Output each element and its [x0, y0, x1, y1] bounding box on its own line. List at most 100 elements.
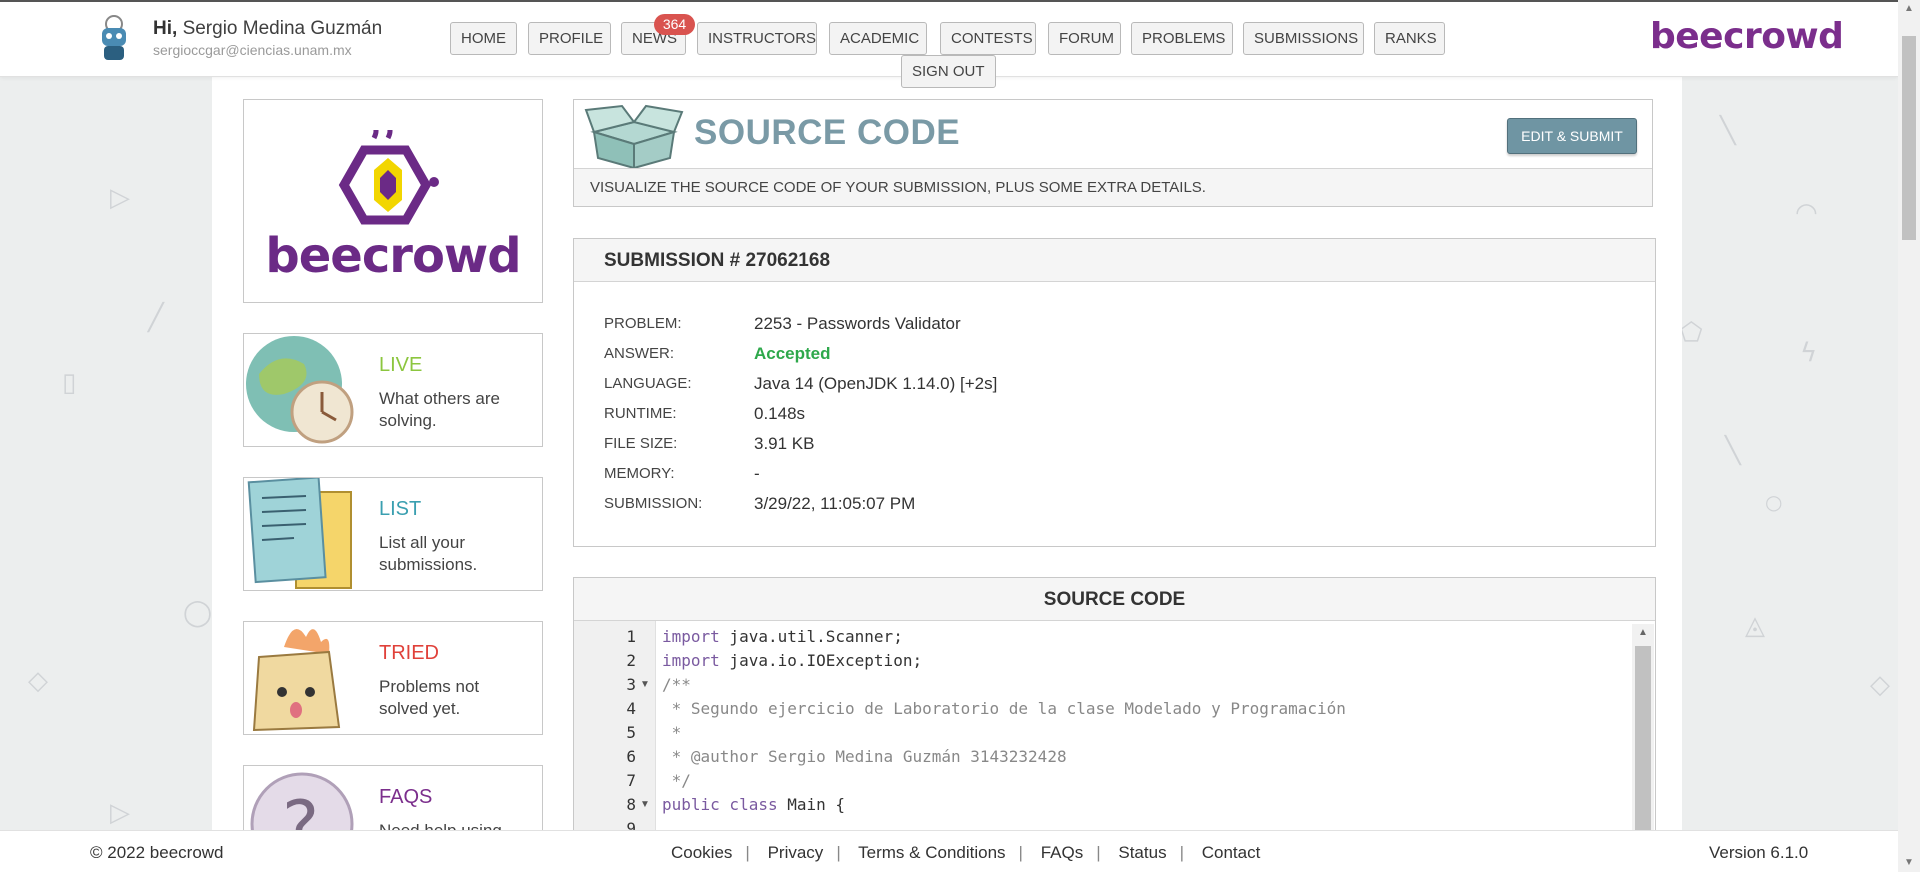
- code-line: public class Main {: [662, 795, 846, 814]
- field-answer: ANSWER: Accepted: [604, 344, 1604, 369]
- copyright: © 2022 beecrowd: [90, 843, 224, 862]
- code-keyword: public class: [662, 795, 778, 814]
- bg-bolt-icon: ϟ: [1800, 338, 1818, 368]
- bg-arc-icon: ◠: [1795, 198, 1818, 228]
- field-label: SUBMISSION:: [604, 495, 703, 512]
- nav-problems[interactable]: PROBLEMS: [1131, 22, 1233, 55]
- page-subtitle: VISUALIZE THE SOURCE CODE OF YOUR SUBMIS…: [574, 168, 1652, 206]
- nav-ranks[interactable]: RANKS: [1374, 22, 1445, 55]
- nav-forum[interactable]: FORUM: [1048, 22, 1121, 55]
- globe-clock-icon: [246, 336, 354, 444]
- code-scrollbar[interactable]: ▲: [1632, 624, 1654, 836]
- bee-hex-icon: [338, 130, 439, 225]
- code-line: */: [662, 771, 691, 790]
- line-number: 6: [626, 747, 636, 766]
- sidebar-card-live[interactable]: LIVE What others are solving.: [243, 333, 543, 447]
- avatar[interactable]: [92, 14, 136, 62]
- field-language: LANGUAGE: Java 14 (OpenJDK 1.14.0) [+2s]: [604, 374, 1604, 399]
- footer-link-faqs[interactable]: FAQs: [1041, 843, 1084, 862]
- bg-pentagon-icon: ⬠: [1680, 318, 1703, 348]
- card-title-faqs: FAQS: [379, 786, 433, 808]
- source-code-heading: SOURCE CODE: [574, 578, 1655, 621]
- field-label: PROBLEM:: [604, 315, 682, 332]
- card-title-list: LIST: [379, 498, 422, 520]
- field-value[interactable]: 2253 - Passwords Validator: [754, 314, 961, 334]
- field-value: -: [754, 464, 760, 483]
- footer-link-privacy[interactable]: Privacy: [768, 843, 824, 862]
- line-number: 8: [626, 795, 636, 814]
- scroll-up-icon[interactable]: ▲: [1632, 624, 1654, 642]
- fold-toggle-icon[interactable]: ▼: [640, 793, 650, 817]
- footer-link-status[interactable]: Status: [1118, 843, 1166, 862]
- field-value: 3/29/22, 11:05:07 PM: [754, 494, 916, 513]
- field-file-size: FILE SIZE: 3.91 KB: [604, 434, 1604, 459]
- sidebar-card-list[interactable]: LIST List all your submissions.: [243, 477, 543, 591]
- field-value: 3.91 KB: [754, 434, 815, 453]
- line-number: 1: [626, 627, 636, 646]
- line-number: 2: [626, 651, 636, 670]
- code-line: * @author Sergio Medina Guzmán 314323242…: [662, 747, 1067, 766]
- field-runtime: RUNTIME: 0.148s: [604, 404, 1604, 429]
- bg-line-icon: ╱: [148, 303, 164, 333]
- footer-link-cookies[interactable]: Cookies: [671, 843, 732, 862]
- field-label: RUNTIME:: [604, 405, 677, 422]
- fold-toggle-icon[interactable]: ▼: [640, 673, 650, 697]
- code-line: *: [662, 723, 682, 742]
- code-scrollbar-thumb[interactable]: [1635, 646, 1651, 836]
- bg-circle-icon: ○: [1765, 490, 1783, 514]
- footer-link-contact[interactable]: Contact: [1202, 843, 1261, 862]
- code-line: /**: [662, 675, 691, 694]
- page-title: SOURCE CODE: [694, 113, 961, 152]
- bg-line-icon: ╲: [1725, 436, 1741, 466]
- sidebar-card-tried[interactable]: TRIED Problems not solved yet.: [243, 621, 543, 735]
- separator: |: [836, 843, 841, 862]
- page-scrollbar-thumb[interactable]: [1902, 36, 1916, 240]
- footer-link-terms[interactable]: Terms & Conditions: [858, 843, 1005, 862]
- page-scrollbar[interactable]: ▲ ▼: [1898, 0, 1920, 872]
- nav-submissions[interactable]: SUBMISSIONS: [1243, 22, 1364, 55]
- user-greeting: Hi, Sergio Medina Guzmán: [153, 18, 382, 40]
- field-label: ANSWER:: [604, 345, 675, 362]
- code-line: import java.util.Scanner;: [662, 627, 903, 646]
- field-submission-date: SUBMISSION: 3/29/22, 11:05:07 PM: [604, 494, 1604, 519]
- nav-contests[interactable]: CONTESTS: [940, 22, 1036, 55]
- nav-academic[interactable]: ACADEMIC: [829, 22, 927, 55]
- news-badge: 364: [654, 14, 695, 35]
- code-line: import java.io.IOException;: [662, 651, 923, 670]
- field-label: LANGUAGE:: [604, 375, 692, 392]
- line-number: 5: [626, 723, 636, 742]
- scroll-down-icon[interactable]: ▼: [1898, 854, 1920, 872]
- nav-profile[interactable]: PROFILE: [528, 22, 611, 55]
- line-number: 7: [626, 771, 636, 790]
- sidebar-logo-box[interactable]: beecrowd: [243, 99, 543, 303]
- code-line: * Segundo ejercicio de Laboratorio de la…: [662, 699, 1346, 718]
- code-keyword: import: [662, 627, 720, 646]
- footer: © 2022 beecrowd Cookies | Privacy | Terms …: [0, 830, 1898, 872]
- card-desc-list: List all your submissions.: [379, 533, 478, 574]
- card-title-live: LIVE: [379, 354, 423, 376]
- source-code-panel: SOURCE CODE 1 import java.util.Scanner; 2 i…: [573, 577, 1656, 837]
- user-name[interactable]: Sergio Medina Guzmán: [183, 18, 383, 39]
- field-label: MEMORY:: [604, 465, 675, 482]
- nav-instructors[interactable]: INSTRUCTORS: [697, 22, 817, 55]
- field-memory: MEMORY: -: [604, 464, 1604, 489]
- nav-home[interactable]: HOME: [450, 22, 517, 55]
- scroll-up-icon[interactable]: ▲: [1898, 0, 1920, 18]
- edit-submit-button[interactable]: EDIT & SUBMIT: [1507, 118, 1637, 154]
- bg-triangle-icon: ▷: [110, 183, 130, 213]
- bg-circle-icon: ◯: [183, 598, 213, 628]
- bg-diamond-icon: ◇: [28, 666, 48, 696]
- top-border: [0, 0, 1898, 2]
- signout-button[interactable]: SIGN OUT: [901, 55, 996, 88]
- document-list-icon: [247, 478, 352, 589]
- bg-rect-icon: ▯: [62, 368, 77, 398]
- line-number: 3: [626, 675, 636, 694]
- submission-panel: SUBMISSION # 27062168 PROBLEM: 2253 - Pa…: [573, 238, 1656, 547]
- code-keyword: import: [662, 651, 720, 670]
- bg-triangle-icon: ◬: [1745, 611, 1765, 641]
- user-email: sergioccgar@ciencias.unam.mx: [153, 42, 352, 58]
- burning-box-icon: [252, 629, 341, 732]
- card-title-tried: TRIED: [379, 642, 439, 664]
- brand-logo[interactable]: beecrowd: [1650, 16, 1844, 57]
- card-desc-live: What others are solving.: [379, 389, 500, 430]
